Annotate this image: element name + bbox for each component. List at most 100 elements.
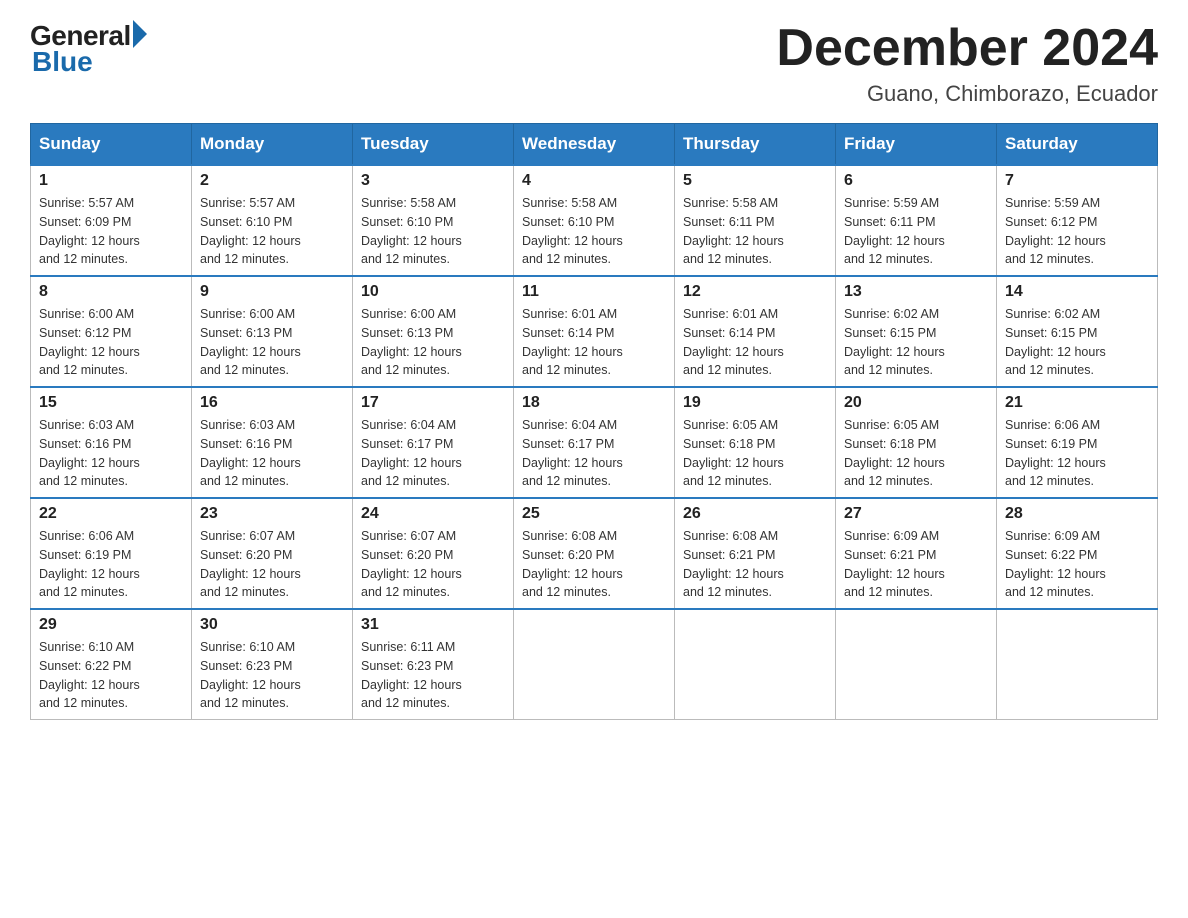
calendar-header-wednesday: Wednesday <box>514 124 675 166</box>
calendar-week-row-3: 15 Sunrise: 6:03 AMSunset: 6:16 PMDayligh… <box>31 387 1158 498</box>
calendar-header-row: SundayMondayTuesdayWednesdayThursdayFrid… <box>31 124 1158 166</box>
day-number: 15 <box>39 394 183 412</box>
calendar-header-monday: Monday <box>192 124 353 166</box>
day-info: Sunrise: 5:57 AMSunset: 6:09 PMDaylight:… <box>39 194 183 269</box>
page-header: General Blue December 2024 Guano, Chimbo… <box>30 20 1158 107</box>
calendar-cell <box>675 609 836 720</box>
day-number: 5 <box>683 172 827 190</box>
calendar-week-row-5: 29Sunrise: 6:10 AMSunset: 6:22 PMDayligh… <box>31 609 1158 720</box>
day-info: Sunrise: 6:06 AMSunset: 6:19 PMDaylight:… <box>39 527 183 602</box>
calendar-cell: 18 Sunrise: 6:04 AMSunset: 6:17 PMDayligh… <box>514 387 675 498</box>
day-info: Sunrise: 6:02 AMSunset: 6:15 PMDaylight:… <box>1005 305 1149 380</box>
day-info: Sunrise: 6:00 AMSunset: 6:13 PMDaylight:… <box>361 305 505 380</box>
calendar-cell: 26 Sunrise: 6:08 AMSunset: 6:21 PMDayligh… <box>675 498 836 609</box>
day-info: Sunrise: 5:59 AMSunset: 6:11 PMDaylight:… <box>844 194 988 269</box>
day-info: Sunrise: 6:03 AMSunset: 6:16 PMDaylight:… <box>39 416 183 491</box>
day-info: Sunrise: 6:08 AMSunset: 6:21 PMDaylight:… <box>683 527 827 602</box>
calendar-header-saturday: Saturday <box>997 124 1158 166</box>
day-info: Sunrise: 5:57 AMSunset: 6:10 PMDaylight:… <box>200 194 344 269</box>
day-number: 21 <box>1005 394 1149 412</box>
calendar-cell: 22 Sunrise: 6:06 AMSunset: 6:19 PMDayligh… <box>31 498 192 609</box>
day-number: 9 <box>200 283 344 301</box>
calendar-cell: 24 Sunrise: 6:07 AMSunset: 6:20 PMDayligh… <box>353 498 514 609</box>
day-number: 16 <box>200 394 344 412</box>
day-number: 10 <box>361 283 505 301</box>
day-number: 3 <box>361 172 505 190</box>
calendar-cell: 27 Sunrise: 6:09 AMSunset: 6:21 PMDayligh… <box>836 498 997 609</box>
calendar-cell <box>997 609 1158 720</box>
day-number: 4 <box>522 172 666 190</box>
logo: General Blue <box>30 20 147 78</box>
day-number: 8 <box>39 283 183 301</box>
day-number: 18 <box>522 394 666 412</box>
day-info: Sunrise: 6:04 AMSunset: 6:17 PMDaylight:… <box>361 416 505 491</box>
day-number: 19 <box>683 394 827 412</box>
calendar-week-row-4: 22 Sunrise: 6:06 AMSunset: 6:19 PMDayligh… <box>31 498 1158 609</box>
day-number: 23 <box>200 505 344 523</box>
calendar-cell: 31 Sunrise: 6:11 AMSunset: 6:23 PMDayligh… <box>353 609 514 720</box>
calendar-cell: 8Sunrise: 6:00 AMSunset: 6:12 PMDaylight… <box>31 276 192 387</box>
day-info: Sunrise: 6:09 AMSunset: 6:21 PMDaylight:… <box>844 527 988 602</box>
day-number: 28 <box>1005 505 1149 523</box>
day-number: 2 <box>200 172 344 190</box>
day-info: Sunrise: 6:07 AMSunset: 6:20 PMDaylight:… <box>361 527 505 602</box>
calendar-header-thursday: Thursday <box>675 124 836 166</box>
day-info: Sunrise: 6:08 AMSunset: 6:20 PMDaylight:… <box>522 527 666 602</box>
day-number: 27 <box>844 505 988 523</box>
calendar-cell: 15 Sunrise: 6:03 AMSunset: 6:16 PMDayligh… <box>31 387 192 498</box>
calendar-cell: 4Sunrise: 5:58 AMSunset: 6:10 PMDaylight… <box>514 165 675 276</box>
day-number: 20 <box>844 394 988 412</box>
calendar-cell: 7Sunrise: 5:59 AMSunset: 6:12 PMDaylight… <box>997 165 1158 276</box>
calendar-week-row-2: 8Sunrise: 6:00 AMSunset: 6:12 PMDaylight… <box>31 276 1158 387</box>
day-info: Sunrise: 6:06 AMSunset: 6:19 PMDaylight:… <box>1005 416 1149 491</box>
day-number: 12 <box>683 283 827 301</box>
day-info: Sunrise: 5:58 AMSunset: 6:11 PMDaylight:… <box>683 194 827 269</box>
calendar-cell: 16 Sunrise: 6:03 AMSunset: 6:16 PMDayligh… <box>192 387 353 498</box>
day-info: Sunrise: 5:58 AMSunset: 6:10 PMDaylight:… <box>361 194 505 269</box>
day-number: 14 <box>1005 283 1149 301</box>
calendar-cell: 17Sunrise: 6:04 AMSunset: 6:17 PMDayligh… <box>353 387 514 498</box>
calendar-cell: 6 Sunrise: 5:59 AMSunset: 6:11 PMDaylight… <box>836 165 997 276</box>
day-number: 24 <box>361 505 505 523</box>
day-number: 22 <box>39 505 183 523</box>
day-info: Sunrise: 6:01 AMSunset: 6:14 PMDaylight:… <box>683 305 827 380</box>
calendar-cell: 29Sunrise: 6:10 AMSunset: 6:22 PMDayligh… <box>31 609 192 720</box>
calendar-cell: 30 Sunrise: 6:10 AMSunset: 6:23 PMDayligh… <box>192 609 353 720</box>
day-number: 29 <box>39 616 183 634</box>
day-info: Sunrise: 6:11 AMSunset: 6:23 PMDaylight:… <box>361 638 505 713</box>
calendar-cell: 12 Sunrise: 6:01 AMSunset: 6:14 PMDayligh… <box>675 276 836 387</box>
calendar-header-friday: Friday <box>836 124 997 166</box>
calendar-cell: 19Sunrise: 6:05 AMSunset: 6:18 PMDayligh… <box>675 387 836 498</box>
day-info: Sunrise: 6:07 AMSunset: 6:20 PMDaylight:… <box>200 527 344 602</box>
logo-blue-text: Blue <box>32 46 93 78</box>
day-number: 25 <box>522 505 666 523</box>
calendar-title: December 2024 <box>776 20 1158 77</box>
calendar-subtitle: Guano, Chimborazo, Ecuador <box>776 81 1158 107</box>
calendar-cell: 11Sunrise: 6:01 AMSunset: 6:14 PMDayligh… <box>514 276 675 387</box>
calendar-cell: 21 Sunrise: 6:06 AMSunset: 6:19 PMDayligh… <box>997 387 1158 498</box>
calendar-cell <box>514 609 675 720</box>
calendar-cell: 3 Sunrise: 5:58 AMSunset: 6:10 PMDaylight… <box>353 165 514 276</box>
day-info: Sunrise: 6:10 AMSunset: 6:23 PMDaylight:… <box>200 638 344 713</box>
day-number: 31 <box>361 616 505 634</box>
day-number: 30 <box>200 616 344 634</box>
calendar-cell: 5 Sunrise: 5:58 AMSunset: 6:11 PMDaylight… <box>675 165 836 276</box>
calendar-week-row-1: 1Sunrise: 5:57 AMSunset: 6:09 PMDaylight… <box>31 165 1158 276</box>
calendar-cell: 14 Sunrise: 6:02 AMSunset: 6:15 PMDayligh… <box>997 276 1158 387</box>
calendar-cell: 20 Sunrise: 6:05 AMSunset: 6:18 PMDayligh… <box>836 387 997 498</box>
title-section: December 2024 Guano, Chimborazo, Ecuador <box>776 20 1158 107</box>
calendar-cell: 9 Sunrise: 6:00 AMSunset: 6:13 PMDaylight… <box>192 276 353 387</box>
day-info: Sunrise: 6:00 AMSunset: 6:13 PMDaylight:… <box>200 305 344 380</box>
logo-arrow-icon <box>133 20 147 48</box>
day-info: Sunrise: 6:04 AMSunset: 6:17 PMDaylight:… <box>522 416 666 491</box>
day-info: Sunrise: 6:05 AMSunset: 6:18 PMDaylight:… <box>844 416 988 491</box>
calendar-cell: 2 Sunrise: 5:57 AMSunset: 6:10 PMDaylight… <box>192 165 353 276</box>
calendar-cell: 13Sunrise: 6:02 AMSunset: 6:15 PMDayligh… <box>836 276 997 387</box>
calendar-table: SundayMondayTuesdayWednesdayThursdayFrid… <box>30 123 1158 720</box>
day-info: Sunrise: 6:03 AMSunset: 6:16 PMDaylight:… <box>200 416 344 491</box>
day-info: Sunrise: 6:09 AMSunset: 6:22 PMDaylight:… <box>1005 527 1149 602</box>
calendar-cell: 23 Sunrise: 6:07 AMSunset: 6:20 PMDayligh… <box>192 498 353 609</box>
day-number: 6 <box>844 172 988 190</box>
day-number: 26 <box>683 505 827 523</box>
day-number: 13 <box>844 283 988 301</box>
